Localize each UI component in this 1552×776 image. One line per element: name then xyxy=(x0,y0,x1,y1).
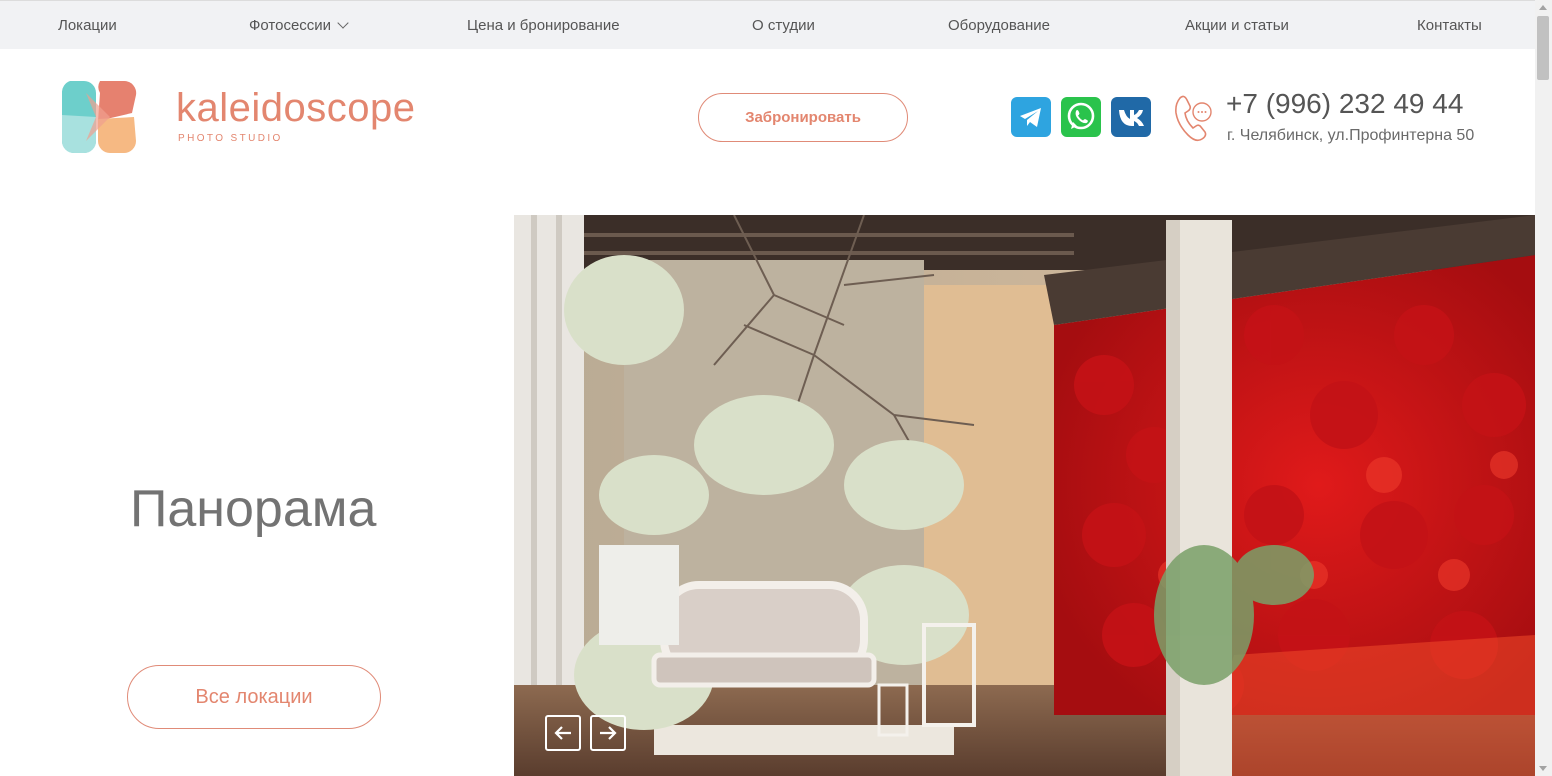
arrow-right-icon xyxy=(600,726,617,740)
nav-about[interactable]: О студии xyxy=(752,17,815,34)
kaleidoscope-logo-icon[interactable] xyxy=(62,79,138,155)
nav-equipment[interactable]: Оборудование xyxy=(948,17,1050,34)
address: г. Челябинск, ул.Профинтерна 50 xyxy=(1227,127,1475,144)
nav-price-booking[interactable]: Цена и бронирование xyxy=(467,17,620,34)
book-button[interactable]: Забронировать xyxy=(698,93,908,142)
scroll-down-icon[interactable] xyxy=(1539,766,1547,771)
vk-icon[interactable] xyxy=(1111,97,1151,137)
arrow-left-icon xyxy=(554,726,571,740)
whatsapp-icon[interactable] xyxy=(1061,97,1101,137)
nav-photoshoots-label: Фотосессии xyxy=(249,17,332,34)
location-photo xyxy=(514,215,1535,776)
chevron-down-icon xyxy=(337,17,349,29)
scroll-thumb[interactable] xyxy=(1537,16,1549,80)
nav-locations[interactable]: Локации xyxy=(58,17,117,34)
scroll-up-icon[interactable] xyxy=(1539,5,1547,10)
top-navigation: Локации Фотосессии Цена и бронирование О… xyxy=(0,0,1535,49)
phone-icon xyxy=(1175,95,1212,142)
page-scrollbar[interactable] xyxy=(1535,0,1552,776)
telegram-icon[interactable] xyxy=(1011,97,1051,137)
nav-photoshoots[interactable]: Фотосессии xyxy=(249,17,349,34)
phone-number[interactable]: +7 (996) 232 49 44 xyxy=(1226,88,1463,120)
logo-subtitle: PHOTO STUDIO xyxy=(178,133,283,144)
location-title: Панорама xyxy=(130,480,377,538)
nav-contacts[interactable]: Контакты xyxy=(1417,17,1482,34)
nav-promotions-articles[interactable]: Акции и статьи xyxy=(1185,17,1289,34)
logo-name: kaleidoscope xyxy=(176,86,416,130)
all-locations-button[interactable]: Все локации xyxy=(127,665,381,729)
slider-next-button[interactable] xyxy=(590,715,626,751)
slider-prev-button[interactable] xyxy=(545,715,581,751)
